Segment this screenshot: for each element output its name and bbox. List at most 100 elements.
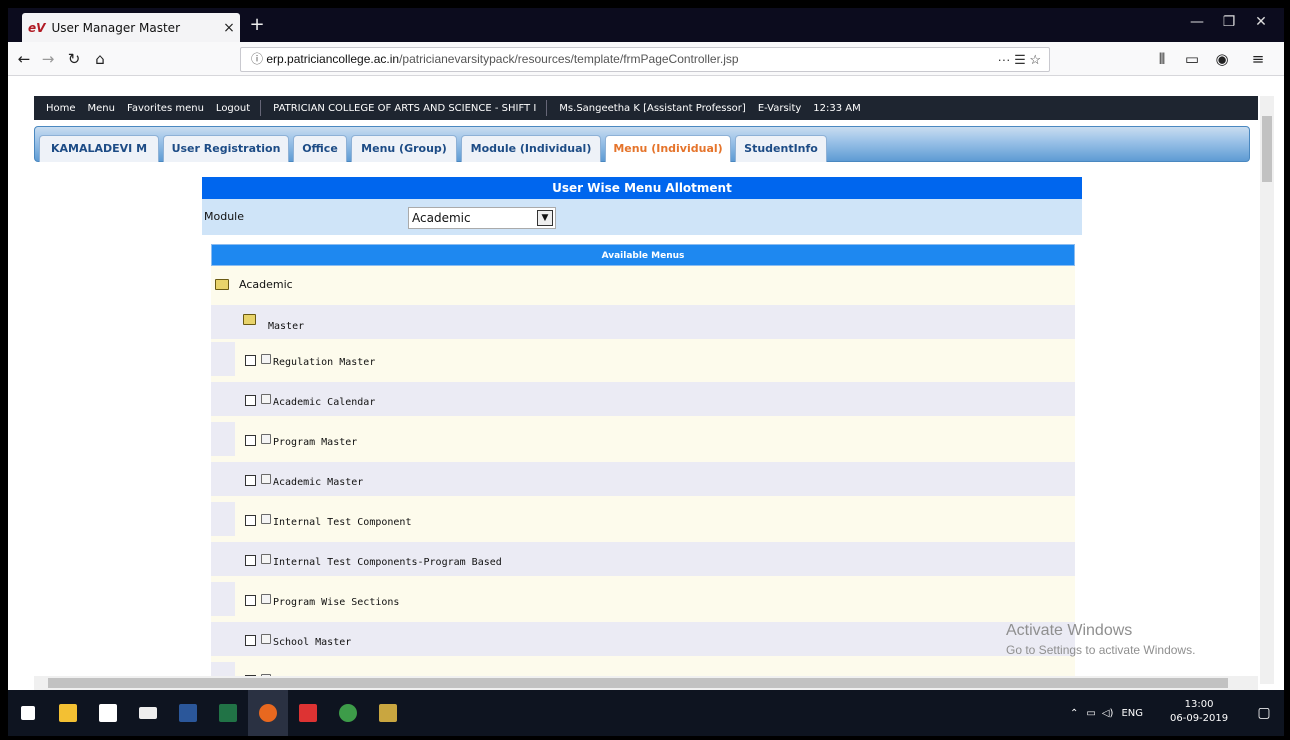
list-item: Academic Master	[211, 462, 1075, 496]
folder-open-icon	[215, 279, 229, 290]
mail-icon[interactable]	[128, 690, 168, 736]
network-icon[interactable]: ▭	[1086, 708, 1095, 719]
divider	[546, 100, 548, 116]
tab-menu-individual[interactable]: Menu (Individual)	[605, 135, 731, 162]
clock-date: 06-09-2019	[1170, 713, 1229, 724]
language-indicator[interactable]: ENG	[1121, 708, 1143, 719]
checkbox[interactable]	[245, 435, 256, 446]
logout-link[interactable]: Logout	[216, 103, 250, 114]
item-label: Academic Calendar	[273, 397, 376, 408]
back-icon[interactable]: ←	[12, 48, 36, 70]
checkbox[interactable]	[245, 355, 256, 366]
checkbox[interactable]	[245, 515, 256, 526]
page-icon	[261, 634, 271, 644]
app-icon[interactable]	[368, 690, 408, 736]
forward-icon[interactable]: →	[36, 48, 60, 70]
pdf-icon[interactable]	[288, 690, 328, 736]
menu-link[interactable]: Menu	[88, 103, 115, 114]
checkbox[interactable]	[245, 635, 256, 646]
item-label: Academic Master	[273, 477, 364, 488]
browser-tab[interactable]: eV User Manager Master ×	[22, 13, 240, 42]
indent	[211, 342, 235, 376]
user-name: Ms.Sangeetha K [Assistant Professor]	[559, 102, 746, 114]
library-icon[interactable]: ⫴	[1150, 48, 1174, 70]
list-item: Program Wise Sections	[211, 582, 1075, 616]
tree-root-label: Academic	[239, 278, 293, 291]
address-bar[interactable]: ⓘ erp.patriciancollege.ac.in/patricianev…	[240, 47, 1050, 72]
module-value: Academic	[412, 211, 471, 225]
navigation-bar: ← → ↻ ⌂ ⓘ erp.patriciancollege.ac.in/pat…	[8, 42, 1284, 76]
file-explorer-icon[interactable]	[48, 690, 88, 736]
minimize-icon[interactable]: —	[1182, 14, 1212, 30]
tab-studentinfo[interactable]: StudentInfo	[735, 135, 827, 162]
browser-window: eV User Manager Master × + — ❐ ✕ ← → ↻ ⌂…	[8, 8, 1284, 736]
scroll-thumb[interactable]	[1262, 116, 1272, 182]
item-label: Internal Test Components-Program Based	[273, 557, 502, 568]
vertical-scrollbar[interactable]	[1260, 96, 1274, 684]
college-name: PATRICIAN COLLEGE OF ARTS AND SCIENCE - …	[273, 102, 537, 114]
tab-office[interactable]: Office	[293, 135, 347, 162]
home-link[interactable]: Home	[46, 103, 76, 114]
module-select[interactable]: Academic ▼	[408, 207, 556, 229]
favorites-link[interactable]: Favorites menu	[127, 103, 204, 114]
page-icon	[261, 394, 271, 404]
firefox-icon[interactable]	[248, 690, 288, 736]
horizontal-scrollbar[interactable]	[34, 676, 1258, 690]
word-icon[interactable]	[168, 690, 208, 736]
menu-tree: Academic Master Regulation Master Academ…	[211, 266, 1075, 678]
list-item: Academic Calendar	[211, 382, 1075, 416]
list-item: School Master	[211, 622, 1075, 656]
tab-menu-group[interactable]: Menu (Group)	[351, 135, 457, 162]
page-icon	[261, 554, 271, 564]
folder-icon	[243, 314, 256, 325]
taskbar-clock[interactable]: 13:00 06-09-2019	[1170, 698, 1228, 726]
module-label: Module	[204, 210, 244, 223]
chrome-icon[interactable]	[328, 690, 368, 736]
list-item: Internal Test Component	[211, 502, 1075, 536]
notification-icon[interactable]: ▢	[1244, 690, 1284, 736]
volume-icon[interactable]: ◁)	[1102, 708, 1114, 719]
home-icon[interactable]: ⌂	[88, 48, 112, 70]
menu-icon[interactable]: ≡	[1246, 48, 1270, 70]
start-icon[interactable]	[8, 690, 48, 736]
item-label: Program Wise Sections	[273, 597, 400, 608]
checkbox[interactable]	[245, 595, 256, 606]
tab-user-registration[interactable]: User Registration	[163, 135, 289, 162]
tab-kamaladevi[interactable]: KAMALADEVI M	[39, 135, 159, 162]
url-path: /patricianevarsitypack/resources/templat…	[399, 52, 739, 66]
list-item: Program Master	[211, 422, 1075, 456]
scroll-thumb[interactable]	[48, 678, 1228, 688]
watermark-subtitle: Go to Settings to activate Windows.	[1006, 643, 1196, 657]
sidebar-icon[interactable]: ▭	[1180, 48, 1204, 70]
checkbox[interactable]	[245, 395, 256, 406]
tree-group-row[interactable]: Master	[211, 305, 1075, 339]
indent	[211, 582, 235, 616]
extension-icon[interactable]: ◉	[1210, 48, 1234, 70]
tab-module-individual[interactable]: Module (Individual)	[461, 135, 601, 162]
page-actions-icon[interactable]: ··· ☰ ☆	[997, 48, 1041, 71]
item-label: Internal Test Component	[273, 517, 412, 528]
page-icon	[261, 514, 271, 524]
taskbar: ⌃ ▭ ◁) ENG 13:00 06-09-2019 ▢	[8, 690, 1284, 736]
checkbox[interactable]	[245, 475, 256, 486]
dropdown-arrow-icon[interactable]: ▼	[537, 210, 553, 226]
tab-bar: eV User Manager Master × + — ❐ ✕	[8, 8, 1284, 42]
checkbox[interactable]	[245, 555, 256, 566]
store-icon[interactable]	[88, 690, 128, 736]
new-tab-button[interactable]: +	[246, 14, 268, 35]
excel-icon[interactable]	[208, 690, 248, 736]
page-icon	[261, 434, 271, 444]
reload-icon[interactable]: ↻	[62, 48, 86, 70]
tree-root[interactable]: Academic	[215, 278, 293, 291]
close-window-icon[interactable]: ✕	[1246, 14, 1276, 30]
available-menus-header: Available Menus	[211, 244, 1075, 266]
chevron-up-icon[interactable]: ⌃	[1070, 708, 1078, 719]
item-label: Program Master	[273, 437, 358, 448]
close-tab-icon[interactable]: ×	[218, 20, 240, 36]
tree-group-label: Master	[268, 321, 305, 332]
indent	[211, 422, 235, 456]
restore-icon[interactable]: ❐	[1214, 14, 1244, 30]
indent	[211, 502, 235, 536]
clock-time: 13:00	[1184, 699, 1214, 710]
app-name: E-Varsity	[757, 102, 802, 114]
